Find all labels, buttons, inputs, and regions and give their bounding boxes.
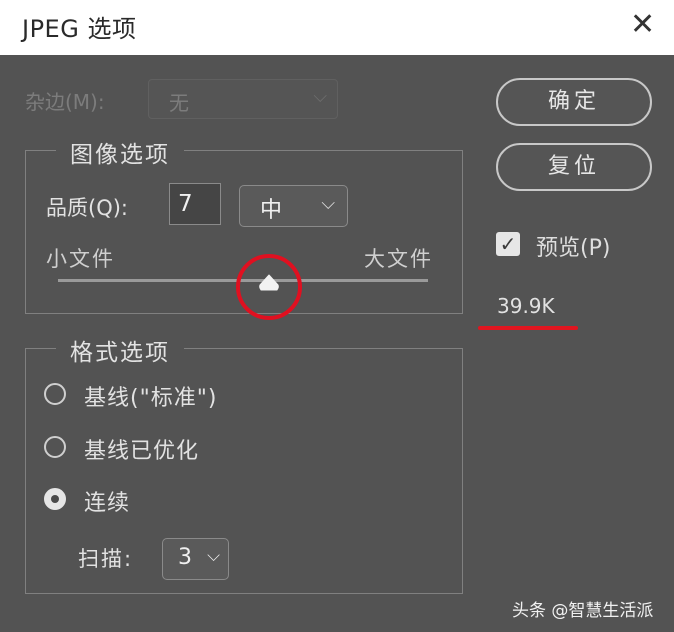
radio-button[interactable]	[44, 436, 66, 458]
chevron-down-icon: ⌵	[321, 193, 335, 214]
radio-selected-dot	[51, 495, 59, 503]
radio-label: 连续	[84, 491, 131, 516]
image-options-legend: 图像选项	[56, 135, 184, 169]
small-file-label: 小文件	[46, 247, 115, 271]
quality-preset-value: 中	[260, 198, 283, 223]
title-bar: JPEG 选项 ✕	[0, 0, 674, 55]
chevron-down-icon: ⌵	[313, 86, 327, 107]
format-options-legend: 格式选项	[56, 333, 184, 367]
chevron-down-icon: ⌵	[207, 546, 220, 566]
scan-select[interactable]: 3 ⌵	[162, 538, 229, 580]
quality-preset-select[interactable]: 中 ⌵	[239, 185, 348, 227]
quality-slider-thumb[interactable]	[257, 273, 281, 295]
radio-label: 基线已优化	[84, 439, 200, 464]
scan-select-value: 3	[178, 545, 192, 570]
reset-button[interactable]: 复位	[496, 143, 652, 191]
quality-label: 品质(Q):	[46, 196, 128, 220]
close-icon[interactable]: ✕	[630, 8, 655, 42]
watermark: 头条 @智慧生活派	[512, 601, 654, 621]
matte-select-value: 无	[169, 91, 189, 115]
preview-label[interactable]: 预览(P)	[536, 230, 610, 262]
matte-label: 杂边(M):	[25, 90, 105, 114]
large-file-label: 大文件	[364, 247, 433, 271]
file-size-readout: 39.9K	[497, 294, 555, 318]
quality-input[interactable]: 7	[169, 183, 221, 225]
radio-button[interactable]	[44, 383, 66, 405]
matte-select: 无 ⌵	[148, 79, 338, 119]
preview-checkbox[interactable]: ✓	[496, 232, 520, 256]
ok-button[interactable]: 确定	[496, 78, 652, 126]
scan-label: 扫描:	[78, 547, 134, 571]
radio-label: 基线("标准")	[84, 386, 218, 411]
dialog-title: JPEG 选项	[22, 15, 137, 43]
red-underline-annotation	[478, 326, 578, 330]
radio-button[interactable]	[44, 488, 66, 510]
